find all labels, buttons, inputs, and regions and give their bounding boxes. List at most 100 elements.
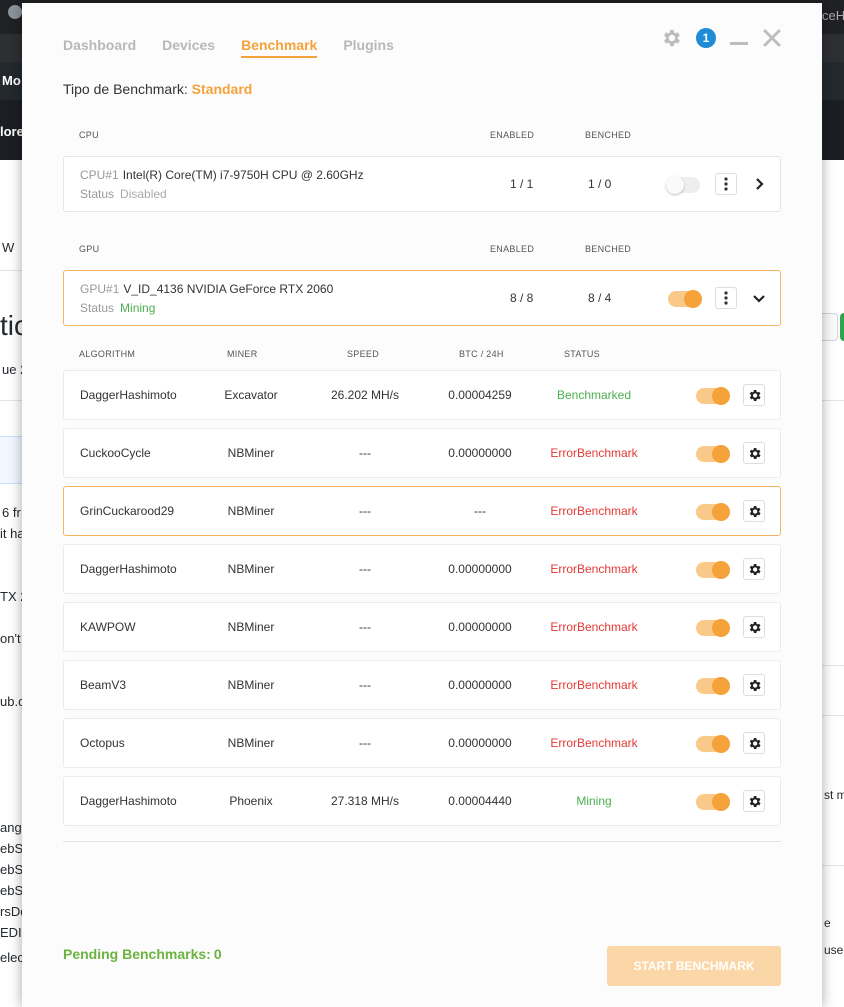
algorithm-settings-button[interactable] — [743, 442, 765, 464]
algorithm-row[interactable]: CuckooCycle NBMiner --- 0.00000000 ErrorBenc… — [63, 428, 781, 478]
algorithm-toggle[interactable] — [696, 387, 730, 405]
algorithm-toggle[interactable] — [696, 503, 730, 521]
cpu-title: CPU — [79, 130, 99, 140]
algorithm-row[interactable]: BeamV3 NBMiner --- 0.00000000 ErrorBenchmark — [63, 660, 781, 710]
device-id: GPU#1 — [80, 282, 120, 296]
miner-name: NBMiner — [227, 446, 275, 460]
status-badge: Mining — [576, 794, 612, 808]
btc-value: --- — [474, 504, 486, 518]
algorithm-settings-button[interactable] — [743, 558, 765, 580]
chevron-down-icon[interactable] — [752, 292, 766, 306]
close-icon[interactable] — [762, 28, 782, 48]
device-name: Intel(R) Core(TM) i7-9750H CPU @ 2.60GHz — [122, 168, 364, 182]
algorithm-name: Octopus — [80, 736, 125, 750]
algorithm-name: KAWPOW — [80, 620, 136, 634]
algorithm-row[interactable]: Octopus NBMiner --- 0.00000000 ErrorBenchmar… — [63, 718, 781, 768]
speed-value: --- — [359, 446, 371, 460]
status-badge: Benchmarked — [556, 388, 632, 402]
algorithm-row[interactable]: KAWPOW NBMiner --- 0.00000000 ErrorBenchmark — [63, 602, 781, 652]
miner-name: NBMiner — [227, 736, 275, 750]
status-badge: Mining — [120, 301, 156, 315]
btc-value: 0.00000000 — [448, 678, 512, 692]
algorithm-toggle[interactable] — [696, 561, 730, 579]
bg-divider — [822, 715, 844, 716]
start-benchmark-button[interactable]: START BENCHMARK — [607, 946, 781, 986]
divider — [63, 841, 781, 842]
algorithm-toggle[interactable] — [696, 619, 730, 637]
bg-text: st ma — [824, 788, 844, 802]
algorithm-settings-button[interactable] — [743, 674, 765, 696]
gear-icon[interactable] — [660, 27, 682, 49]
gear-icon — [749, 679, 761, 691]
algorithm-name: GrinCuckarood29 — [80, 504, 175, 518]
miner-name: Excavator — [224, 388, 278, 402]
benched-count: 1 / 0 — [588, 177, 612, 191]
tab-dashboard[interactable]: Dashboard — [63, 37, 136, 58]
cpu-device-card[interactable]: CPU#1 Intel(R) Core(TM) i7-9750H CPU @ 2.… — [63, 156, 781, 212]
tab-benchmark[interactable]: Benchmark — [241, 37, 318, 58]
kebab-icon — [724, 291, 728, 305]
algorithm-row[interactable]: DaggerHashimoto NBMiner --- 0.00000000 Error… — [63, 544, 781, 594]
pending-count: 0 — [213, 946, 222, 962]
bg-text: 6 fr — [2, 505, 21, 520]
gear-icon — [749, 563, 761, 575]
speed-value: --- — [359, 504, 371, 518]
algorithm-toggle[interactable] — [696, 793, 730, 811]
notification-badge[interactable]: 1 — [696, 28, 716, 48]
bg-divider — [822, 865, 844, 866]
bg-text: e — [824, 916, 831, 930]
algorithm-row[interactable]: DaggerHashimoto Phoenix 27.318 MH/s 0.00004… — [63, 776, 781, 826]
speed-value: 27.318 MH/s — [330, 794, 400, 808]
enabled-count: 1 / 1 — [510, 177, 534, 191]
bg-highlight — [0, 436, 22, 484]
pending-benchmarks: Pending Benchmarks: 0 — [63, 946, 222, 962]
device-toggle[interactable] — [668, 290, 702, 308]
gear-icon — [749, 795, 761, 807]
status-badge: ErrorBenchmark — [550, 504, 638, 518]
algorithm-settings-button[interactable] — [743, 790, 765, 812]
col-status: STATUS — [564, 349, 600, 359]
miner-name: NBMiner — [227, 678, 275, 692]
algorithm-settings-button[interactable] — [743, 732, 765, 754]
status-badge: ErrorBenchmark — [550, 736, 638, 750]
nav-tabs: Dashboard Devices Benchmark Plugins — [63, 37, 420, 58]
benched-header: BENCHED — [585, 130, 632, 140]
device-toggle[interactable] — [666, 176, 700, 194]
bg-text: ebS — [0, 883, 24, 898]
algorithm-toggle[interactable] — [696, 677, 730, 695]
miner-name: NBMiner — [227, 504, 275, 518]
bg-text: W — [2, 240, 15, 255]
status-badge: ErrorBenchmark — [550, 620, 638, 634]
minimize-icon[interactable] — [730, 41, 748, 45]
status-label: Status — [80, 187, 115, 201]
btc-value: 0.00004259 — [448, 388, 512, 402]
algorithm-name: CuckooCycle — [80, 446, 151, 460]
algorithm-toggle[interactable] — [696, 735, 730, 753]
tab-plugins[interactable]: Plugins — [343, 37, 394, 58]
miner-name: NBMiner — [227, 562, 275, 576]
algorithm-row[interactable]: DaggerHashimoto Excavator 26.202 MH/s 0.000… — [63, 370, 781, 420]
algorithm-settings-button[interactable] — [743, 616, 765, 638]
algorithm-settings-button[interactable] — [743, 384, 765, 406]
bg-divider — [822, 665, 844, 666]
gear-icon — [749, 621, 761, 633]
speed-value: --- — [359, 736, 371, 750]
chevron-right-icon[interactable] — [752, 177, 766, 191]
speed-value: 26.202 MH/s — [330, 388, 400, 402]
gpu-device-card[interactable]: GPU#1 V_ID_4136 NVIDIA GeForce RTX 2060 S… — [63, 270, 781, 326]
algorithm-settings-button[interactable] — [743, 500, 765, 522]
miner-name: NBMiner — [227, 620, 275, 634]
status-label: Status — [80, 301, 115, 315]
btc-value: 0.00000000 — [448, 562, 512, 576]
algorithm-toggle[interactable] — [696, 445, 730, 463]
algorithm-name: DaggerHashimoto — [80, 388, 177, 402]
device-menu-button[interactable] — [715, 173, 737, 195]
bg-text: ebS — [0, 841, 24, 856]
bg-button — [840, 313, 844, 341]
bg-text: ebS — [0, 862, 24, 877]
device-menu-button[interactable] — [715, 287, 737, 309]
benchmark-type-value[interactable]: Standard — [192, 81, 253, 97]
speed-value: --- — [359, 620, 371, 634]
tab-devices[interactable]: Devices — [162, 37, 215, 58]
algorithm-row[interactable]: GrinCuckarood29 NBMiner --- --- ErrorBenchma… — [63, 486, 781, 536]
